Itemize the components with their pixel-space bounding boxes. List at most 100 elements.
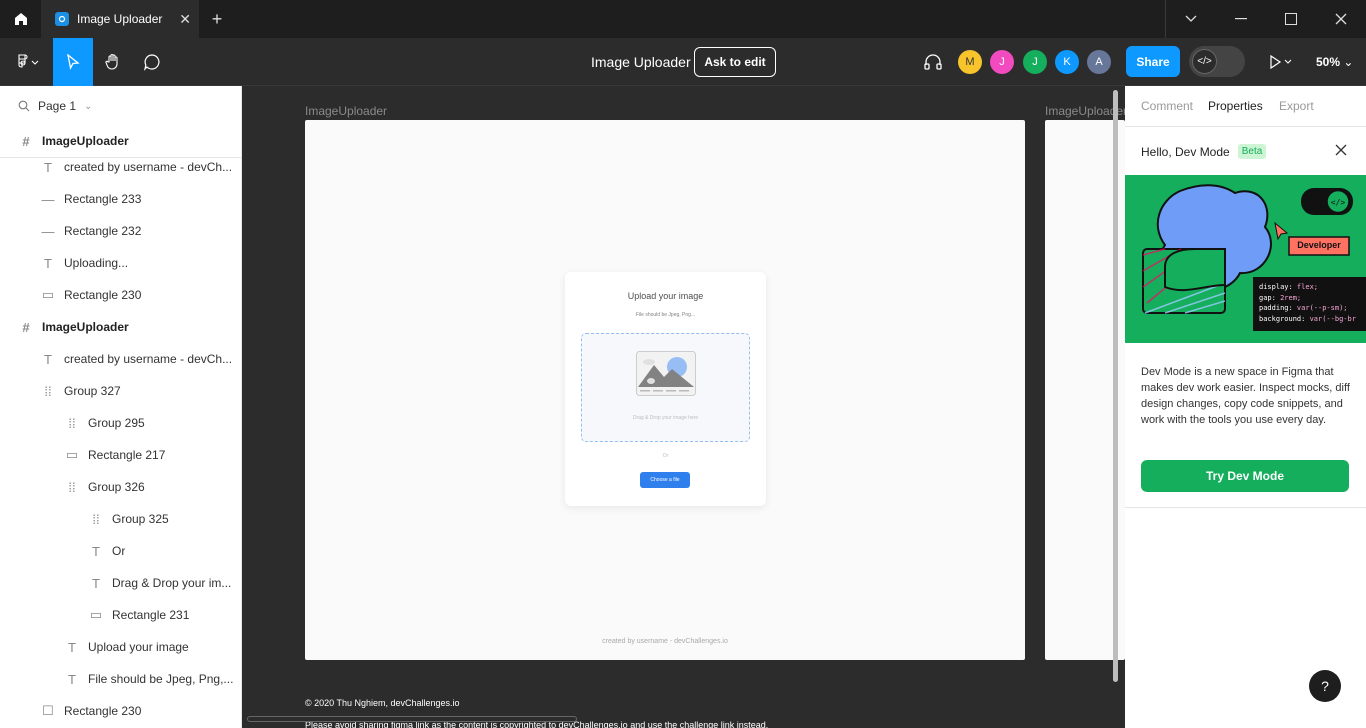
tab-properties[interactable]: Properties: [1208, 99, 1263, 113]
close-tab-icon[interactable]: ✕: [179, 11, 191, 28]
layer-item[interactable]: Tcreated by username - devCh...: [0, 151, 241, 183]
close-window-button[interactable]: [1316, 0, 1366, 38]
audio-button[interactable]: [913, 38, 953, 86]
avatar[interactable]: K: [1055, 50, 1079, 74]
minimize-button[interactable]: [1216, 0, 1266, 38]
layer-label: File should be Jpeg, Png,...: [88, 672, 234, 686]
image-uploader-frame[interactable]: Upload your image File should be Jpeg, P…: [305, 120, 1025, 660]
code-value: var(--bg-br: [1305, 314, 1356, 323]
close-icon[interactable]: [1333, 142, 1349, 158]
layer-item[interactable]: # ImageUploader: [0, 311, 241, 343]
layer-item[interactable]: T Or: [0, 535, 241, 567]
horizontal-scrollbar[interactable]: [247, 716, 577, 722]
ask-to-edit-button[interactable]: Ask to edit: [694, 47, 776, 77]
home-button[interactable]: [0, 0, 41, 38]
code-line: gap: 2rem;: [1259, 293, 1356, 304]
page-name: Page 1: [38, 99, 77, 113]
headphones-icon: [924, 54, 942, 70]
page-selector[interactable]: Page 1 ⌄: [18, 99, 92, 113]
share-button[interactable]: Share: [1126, 46, 1180, 77]
frame-label[interactable]: ImageUploader: [305, 104, 387, 118]
text-icon: T: [44, 159, 52, 175]
text-icon: T: [44, 255, 52, 271]
layer-item[interactable]: T Drag & Drop your im...: [0, 567, 241, 599]
dev-mode-illustration: </> Developer display: flex; gap: 2rem; …: [1125, 175, 1366, 343]
new-tab-button[interactable]: +: [207, 9, 227, 29]
layer-item[interactable]: — Rectangle 232: [0, 215, 241, 247]
chevron-down-icon: ⌄: [1343, 55, 1354, 69]
help-button[interactable]: ?: [1309, 670, 1341, 702]
layer-label: Or: [112, 544, 126, 558]
code-line: background: var(--bg-br: [1259, 314, 1356, 325]
document-title[interactable]: Image Uploader: [591, 54, 691, 70]
frame-icon: #: [22, 319, 30, 335]
avatar[interactable]: J: [1023, 50, 1047, 74]
layer-label: ImageUploader: [42, 320, 129, 334]
layer-item[interactable]: ☐ Rectangle 230: [0, 695, 241, 727]
home-icon: [14, 13, 27, 25]
code-value: flex;: [1292, 283, 1319, 291]
tab-export[interactable]: Export: [1279, 99, 1314, 113]
layer-label: Group 295: [88, 416, 145, 430]
layer-item[interactable]: ⁞⁞ Group 326: [0, 471, 241, 503]
maximize-button[interactable]: [1266, 0, 1316, 38]
group-icon: ⁞⁞: [92, 511, 100, 527]
search-icon: [18, 100, 30, 112]
frame-footer: created by username - devChallenges.io: [602, 638, 728, 645]
dropzone[interactable]: Drag & Drop your image here: [581, 333, 750, 442]
layer-item[interactable]: T File should be Jpeg, Png,...: [0, 663, 241, 695]
layer-item[interactable]: ▭ Rectangle 231: [0, 599, 241, 631]
layer-item[interactable]: Tcreated by username - devCh...: [0, 343, 241, 375]
code-icon: </>: [1192, 49, 1217, 74]
comment-tool[interactable]: [132, 38, 172, 86]
card-subtitle: File should be Jpeg, Png...: [635, 312, 696, 318]
main-menu-button[interactable]: [4, 38, 52, 86]
layer-item[interactable]: T Uploading...: [0, 247, 241, 279]
present-button[interactable]: [1260, 38, 1300, 86]
comment-icon: [144, 54, 160, 71]
code-value: 2rem;: [1275, 293, 1302, 302]
copyright-text: © 2020 Thu Nghiem, devChallenges.io: [305, 698, 460, 708]
card-title: Upload your image: [627, 291, 704, 301]
move-tool[interactable]: [53, 38, 93, 86]
group-icon: ⁞⁞: [68, 479, 76, 495]
hand-tool[interactable]: [93, 38, 133, 86]
layer-item[interactable]: ▭ Rectangle 217: [0, 439, 241, 471]
tab-image-uploader[interactable]: Image Uploader ✕: [41, 0, 199, 38]
toolbar: Image Uploader Ask to edit M J J K A Sha…: [0, 38, 1366, 86]
divider: [1125, 507, 1366, 508]
layer-item[interactable]: — Rectangle 233: [0, 183, 241, 215]
layer-item[interactable]: ⁞⁞ Group 295: [0, 407, 241, 439]
code-line: display: flex;: [1259, 282, 1356, 293]
avatar[interactable]: J: [990, 50, 1014, 74]
avatar[interactable]: M: [958, 50, 982, 74]
layer-item[interactable]: ⁞⁞ Group 327: [0, 375, 241, 407]
properties-panel: Comment Properties Export Hello, Dev Mod…: [1125, 86, 1366, 728]
try-dev-mode-button[interactable]: Try Dev Mode: [1141, 460, 1349, 492]
zoom-level[interactable]: 50% ⌄: [1316, 55, 1353, 69]
layer-item[interactable]: ⁞⁞ Group 325: [0, 503, 241, 535]
figma-file-icon: [55, 12, 69, 26]
rectangle-icon: ▭: [65, 447, 79, 462]
hand-icon: [105, 53, 118, 70]
layer-label: Rectangle 233: [64, 192, 142, 206]
avatar[interactable]: A: [1087, 50, 1111, 74]
upload-card: Upload your image File should be Jpeg, P…: [565, 272, 766, 506]
code-prop: gap:: [1259, 293, 1276, 302]
layer-label: Rectangle 230: [64, 288, 142, 302]
developer-badge: Developer: [1297, 240, 1341, 250]
tab-title: Image Uploader: [77, 12, 163, 26]
layer-item[interactable]: ▭ Rectangle 230: [0, 279, 241, 311]
choose-file-button[interactable]: Choose a file: [640, 472, 690, 488]
dev-mode-description: Dev Mode is a new space in Figma that ma…: [1141, 366, 1350, 426]
chevron-down-icon[interactable]: [1166, 0, 1216, 38]
dev-mode-toggle[interactable]: </>: [1189, 46, 1245, 77]
vertical-scrollbar[interactable]: [1113, 90, 1118, 682]
tab-comment[interactable]: Comment: [1141, 99, 1193, 113]
canvas[interactable]: ImageUploader ImageUploader Upload your …: [242, 86, 1125, 728]
layer-label: Rectangle 232: [64, 224, 142, 238]
layer-label: Group 327: [64, 384, 121, 398]
layer-label: Group 325: [112, 512, 169, 526]
code-line: padding: var(--p-sm);: [1259, 303, 1356, 314]
layer-item[interactable]: T Upload your image: [0, 631, 241, 663]
